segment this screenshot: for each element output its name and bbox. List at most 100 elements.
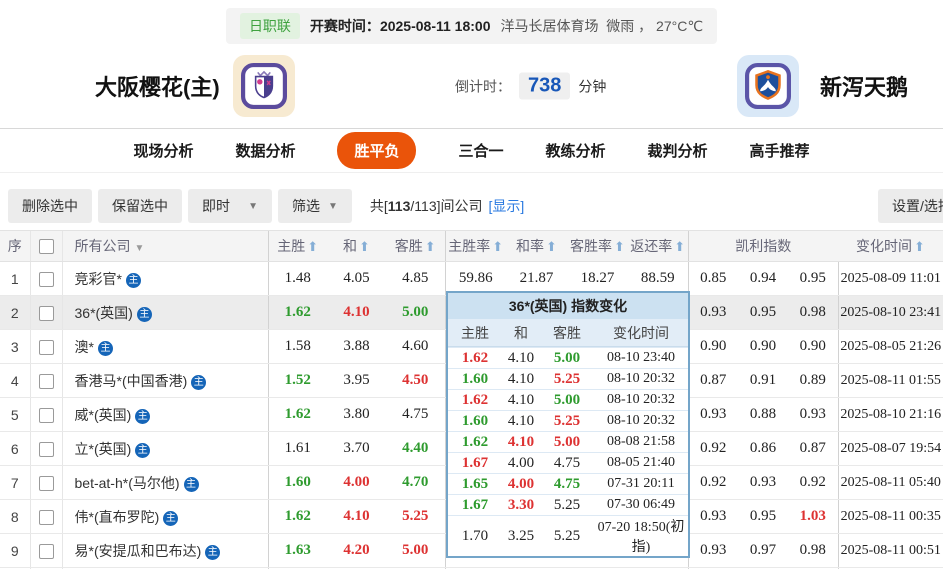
popup-title: 36*(英国) 指数变化 xyxy=(448,293,688,319)
home-odds-badge-icon: 主 xyxy=(125,272,141,288)
row-checkbox-cell xyxy=(29,397,62,432)
kelly-home: 0.87 xyxy=(687,363,738,398)
header-home-win-sort[interactable]: 主胜 ⬆ xyxy=(267,230,327,262)
header-draw-rate-sort[interactable]: 和率 ⬆ xyxy=(506,230,567,262)
history-draw-odds: 4.10 xyxy=(507,412,535,429)
history-draw-odds: 4.10 xyxy=(507,349,535,366)
header-away-rate-sort[interactable]: 客胜率 ⬆ xyxy=(567,230,628,262)
company-name[interactable]: 易*(安提瓜和巴布达) xyxy=(75,543,202,559)
show-link[interactable]: [显示] xyxy=(489,196,525,216)
odds-draw: 4.05 xyxy=(327,261,386,296)
analysis-tab[interactable]: 裁判分析 xyxy=(648,132,708,169)
settings-select-button[interactable]: 设置/选择 xyxy=(878,189,943,223)
header-home-win-label: 主胜 xyxy=(277,238,306,254)
company-name[interactable]: 威*(英国) xyxy=(75,407,132,423)
analysis-tab[interactable]: 现场分析 xyxy=(133,132,193,169)
history-change-time: 08-08 21:58 xyxy=(606,434,676,449)
home-odds-badge-icon: 主 xyxy=(135,442,151,458)
company-name[interactable]: 澳* xyxy=(75,339,94,355)
keep-selected-button[interactable]: 保留选中 xyxy=(98,189,182,223)
row-checkbox[interactable] xyxy=(38,373,54,389)
row-checkbox[interactable] xyxy=(38,271,54,287)
header-change-time-sort[interactable]: 变化时间 ⬆ xyxy=(838,230,943,262)
odds-time-dropdown[interactable]: 即时 ▼ xyxy=(188,189,272,223)
table-toolbar: 删除选中 保留选中 即时 ▼ 筛选 ▼ 共[113/113]间公司 [显示] 设… xyxy=(8,189,943,223)
kelly-draw: 0.90 xyxy=(738,329,788,364)
odds-history-row: 1.67 3.30 5.25 07-30 06:49 xyxy=(448,494,688,515)
company-name[interactable]: 伟*(直布罗陀) xyxy=(75,509,160,525)
kelly-away: 0.90 xyxy=(788,329,838,364)
row-checkbox[interactable] xyxy=(38,441,54,457)
row-checkbox-cell xyxy=(29,465,62,500)
company-cell[interactable]: 澳* 主 xyxy=(61,329,268,364)
odds-home-win: 1.48 xyxy=(267,261,327,296)
row-index: 6 xyxy=(0,431,30,466)
company-cell[interactable]: 香港马*(中国香港) 主 xyxy=(61,363,268,398)
countdown-unit: 分钟 xyxy=(578,78,607,94)
analysis-tab[interactable]: 三合一 xyxy=(458,132,503,169)
company-name[interactable]: bet-at-h*(马尔他) xyxy=(75,475,180,491)
header-company[interactable]: 所有公司 ▼ xyxy=(61,230,268,262)
header-payout-rate-sort[interactable]: 返还率 ⬆ xyxy=(628,230,688,262)
kelly-home: 0.90 xyxy=(687,329,738,364)
popup-header-home: 主胜 xyxy=(461,324,489,341)
company-cell[interactable]: 伟*(直布罗陀) 主 xyxy=(61,499,268,534)
company-count-selected: 113 xyxy=(387,198,411,214)
row-checkbox[interactable] xyxy=(38,407,54,423)
history-draw-odds: 4.10 xyxy=(507,433,535,450)
header-away-win-sort[interactable]: 客胜 ⬆ xyxy=(386,230,445,262)
odds-home-win: 1.63 xyxy=(267,533,327,568)
odds-home-win: 1.52 xyxy=(267,363,327,398)
odds-away-win: 5.00 xyxy=(386,295,445,330)
kelly-home: 0.85 xyxy=(687,261,738,296)
match-info-bar: 日职联 开赛时间：2025-08-11 18:00 洋马长居体育场 微雨 ， 2… xyxy=(225,8,718,44)
analysis-tab[interactable]: 数据分析 xyxy=(235,132,295,169)
away-team-name: 新泻天鹅 xyxy=(820,75,909,100)
change-time: 2025-08-11 01:55 xyxy=(837,363,943,398)
history-change-time: 08-10 23:40 xyxy=(606,350,676,365)
company-cell[interactable]: bet-at-h*(马尔他) 主 xyxy=(61,465,268,500)
kelly-away: 0.98 xyxy=(788,295,838,330)
analysis-tab[interactable]: 教练分析 xyxy=(546,132,606,169)
company-name[interactable]: 香港马*(中国香港) xyxy=(75,373,188,389)
row-checkbox[interactable] xyxy=(38,339,54,355)
countdown-value: 738 xyxy=(519,72,571,100)
row-checkbox[interactable] xyxy=(38,475,54,491)
company-cell[interactable]: 立*(英国) 主 xyxy=(61,431,268,466)
odds-away-win: 5.25 xyxy=(386,499,445,534)
kelly-draw: 0.93 xyxy=(738,465,788,500)
row-checkbox[interactable] xyxy=(38,509,54,525)
history-home-odds: 1.60 xyxy=(461,412,489,429)
odds-history-popup: 36*(英国) 指数变化 主胜 和 客胜 变化时间 1.62 4.10 5.00… xyxy=(446,291,690,558)
odds-home-win: 1.62 xyxy=(267,295,327,330)
header-home-rate-sort[interactable]: 主胜率 ⬆ xyxy=(444,230,506,262)
company-name[interactable]: 36*(英国) xyxy=(75,305,133,321)
row-checkbox[interactable] xyxy=(38,305,54,321)
delete-selected-button[interactable]: 删除选中 xyxy=(8,189,92,223)
header-draw-sort[interactable]: 和 ⬆ xyxy=(327,230,386,262)
history-change-time: 07-31 20:11 xyxy=(607,476,675,491)
analysis-tab[interactable]: 高手推荐 xyxy=(750,132,810,169)
history-away-odds: 4.75 xyxy=(553,454,581,471)
company-cell[interactable]: 竞彩官* 主 xyxy=(61,261,268,296)
odds-draw: 4.20 xyxy=(327,533,386,568)
history-away-odds: 5.00 xyxy=(553,349,581,366)
header-company-label: 所有公司 xyxy=(74,238,131,254)
kelly-away: 0.93 xyxy=(788,397,838,432)
analysis-tab[interactable]: 胜平负 xyxy=(337,132,417,169)
company-cell[interactable]: 威*(英国) 主 xyxy=(61,397,268,432)
company-cell[interactable]: 36*(英国) 主 xyxy=(61,295,268,330)
odds-draw: 4.00 xyxy=(327,465,386,500)
sort-up-icon: ⬆ xyxy=(914,240,925,255)
row-checkbox-cell xyxy=(29,295,62,330)
header-home-rate-label: 主胜率 xyxy=(448,238,491,254)
filter-dropdown[interactable]: 筛选 ▼ xyxy=(278,189,352,223)
header-draw-rate-label: 和率 xyxy=(516,238,545,254)
history-draw-odds: 3.25 xyxy=(507,527,535,544)
company-cell[interactable]: 易*(安提瓜和巴布达) 主 xyxy=(61,533,268,568)
company-name[interactable]: 立*(英国) xyxy=(75,441,132,457)
row-checkbox[interactable] xyxy=(38,543,54,559)
select-all-checkbox[interactable] xyxy=(38,239,54,255)
home-odds-badge-icon: 主 xyxy=(191,374,207,390)
company-name[interactable]: 竞彩官* xyxy=(75,271,122,287)
